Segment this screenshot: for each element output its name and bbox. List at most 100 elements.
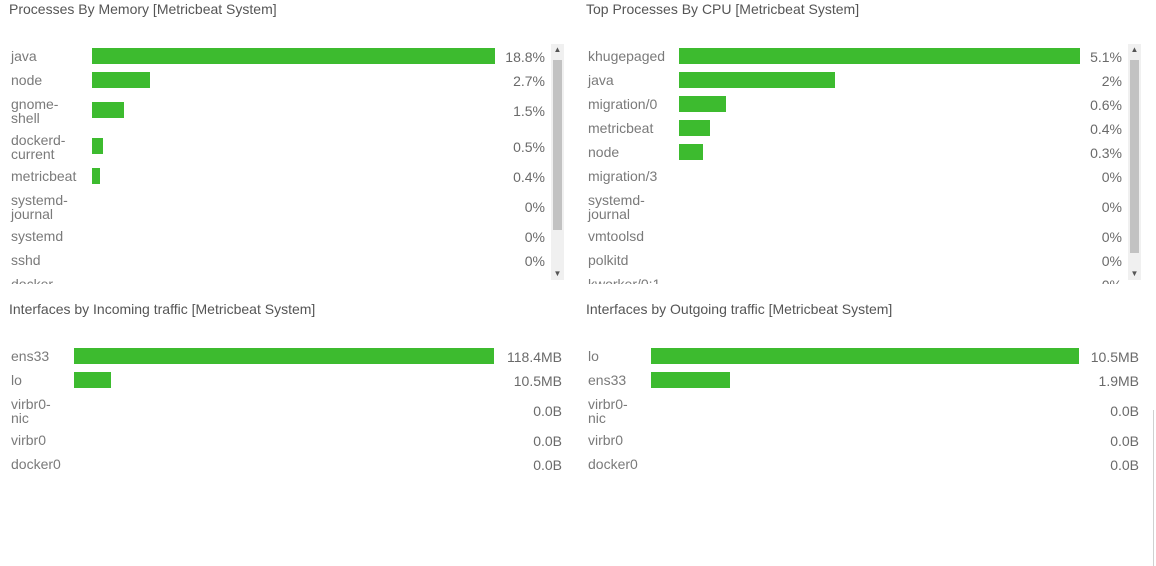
row-label: migration/3 — [588, 168, 658, 184]
panel-rows: ens33 118.4MB lo 10.5MB virbr0-nic 0.0B virbr0… — [9, 346, 564, 486]
list-item: vmtoolsd 0% — [586, 226, 1126, 246]
row-label: systemd-journal — [588, 192, 645, 222]
row-value: 2.7% — [513, 73, 545, 89]
value-bar — [679, 144, 703, 160]
row-value: 0% — [524, 253, 545, 269]
list-item: virbr0 0.0B — [9, 430, 564, 450]
row-label: migration/0 — [588, 96, 658, 112]
list-item: metricbeat 0.4% — [9, 166, 549, 186]
row-value: 0% — [524, 229, 545, 245]
row-value: 0.3% — [1090, 145, 1122, 161]
row-label: docker — [11, 276, 54, 284]
row-value: 0.4% — [513, 169, 545, 185]
list-item: docker0 0.0B — [586, 454, 1141, 474]
row-label: ens33 — [11, 348, 50, 364]
value-bar — [679, 120, 710, 136]
panel-title: Interfaces by Outgoing traffic [Metricbe… — [586, 301, 893, 317]
panel-title: Top Processes By CPU [Metricbeat System] — [586, 1, 860, 17]
list-item: gnome-shell 1.5% — [9, 94, 549, 126]
list-item: kworker/0:1 0% — [586, 274, 1126, 284]
value-bar — [679, 96, 726, 112]
value-bar — [92, 138, 103, 154]
scroll-down-icon[interactable]: ▼ — [551, 268, 564, 280]
list-item: systemd-journal 0% — [586, 190, 1126, 222]
row-value: 0% — [1101, 253, 1122, 269]
row-value: 10.5MB — [1090, 349, 1139, 365]
scrollbar[interactable]: ▲ ▼ — [1128, 44, 1141, 280]
panel-processes-by-memory: Processes By Memory [Metricbeat System] … — [9, 0, 569, 290]
row-value: 0.5% — [513, 139, 545, 155]
panel-title: Interfaces by Incoming traffic [Metricbe… — [9, 301, 316, 317]
row-value: 0.0B — [1110, 433, 1139, 449]
row-value: 2% — [1101, 73, 1122, 89]
scroll-down-icon[interactable]: ▼ — [1128, 268, 1141, 280]
value-bar — [651, 348, 1079, 364]
row-label: sshd — [11, 252, 41, 268]
panel-interfaces-incoming: Interfaces by Incoming traffic [Metricbe… — [9, 300, 569, 490]
row-value: 1.9MB — [1098, 373, 1139, 389]
list-item: migration/3 0% — [586, 166, 1126, 186]
list-item: polkitd 0% — [586, 250, 1126, 270]
scroll-up-icon[interactable]: ▲ — [1128, 44, 1141, 56]
row-label: gnome-shell — [11, 96, 59, 126]
row-label: systemd — [11, 228, 64, 244]
scroll-thumb[interactable] — [553, 60, 562, 230]
value-bar — [651, 372, 730, 388]
list-item: systemd 0% — [9, 226, 549, 246]
row-label: polkitd — [588, 252, 629, 268]
value-bar — [92, 48, 495, 64]
row-value: 0.0B — [533, 433, 562, 449]
list-item: node 2.7% — [9, 70, 549, 90]
panel-interfaces-outgoing: Interfaces by Outgoing traffic [Metricbe… — [586, 300, 1146, 490]
row-label: java — [11, 48, 37, 64]
list-item: dockerd-current 0.5% — [9, 130, 549, 162]
list-item: lo 10.5MB — [586, 346, 1141, 366]
row-value: 0% — [1101, 169, 1122, 185]
list-item: sshd 0% — [9, 250, 549, 270]
row-value: 118.4MB — [507, 349, 562, 365]
row-label: lo — [11, 372, 22, 388]
scroll-up-icon[interactable]: ▲ — [551, 44, 564, 56]
list-item: lo 10.5MB — [9, 370, 564, 390]
row-value: 10.5MB — [513, 373, 562, 389]
row-label: docker0 — [588, 456, 638, 472]
row-label: virbr0-nic — [588, 396, 628, 426]
row-label: virbr0-nic — [11, 396, 51, 426]
row-label: node — [11, 72, 43, 88]
panel-rows: khugepaged 5.1% java 2% migration/0 0.6% metri… — [586, 46, 1126, 284]
row-label: metricbeat — [588, 120, 654, 136]
value-bar — [74, 348, 494, 364]
row-label: ens33 — [588, 372, 627, 388]
row-value: 0% — [1102, 278, 1122, 284]
row-value: 0.6% — [1090, 97, 1122, 113]
panel-rows: java 18.8% node 2.7% gnome-shell 1.5% dockerd-… — [9, 46, 549, 284]
list-item: metricbeat 0.4% — [586, 118, 1126, 138]
row-label: docker0 — [11, 456, 61, 472]
panel-title: Processes By Memory [Metricbeat System] — [9, 1, 277, 17]
list-item: migration/0 0.6% — [586, 94, 1126, 114]
value-bar — [74, 372, 111, 388]
value-bar — [92, 102, 124, 118]
list-item: khugepaged 5.1% — [586, 46, 1126, 66]
row-value: 0.0B — [1110, 457, 1139, 473]
row-label: khugepaged — [588, 48, 666, 64]
row-label: node — [588, 144, 620, 160]
list-item: java 18.8% — [9, 46, 549, 66]
list-item: docker0 0.0B — [9, 454, 564, 474]
row-value: 0.0B — [533, 457, 562, 473]
row-label: virbr0 — [588, 432, 624, 448]
list-item: docker — [9, 274, 549, 284]
row-label: lo — [588, 348, 599, 364]
list-item: ens33 1.9MB — [586, 370, 1141, 390]
value-bar — [679, 72, 835, 88]
value-bar — [679, 48, 1080, 64]
row-value: 18.8% — [505, 49, 545, 65]
value-bar — [92, 168, 100, 184]
scroll-thumb[interactable] — [1130, 60, 1139, 253]
divider — [1153, 410, 1154, 566]
row-value: 0% — [524, 199, 545, 215]
row-value: 0% — [1101, 199, 1122, 215]
scrollbar[interactable]: ▲ ▼ — [551, 44, 564, 280]
row-label: systemd-journal — [11, 192, 68, 222]
row-value: 0.4% — [1090, 121, 1122, 137]
